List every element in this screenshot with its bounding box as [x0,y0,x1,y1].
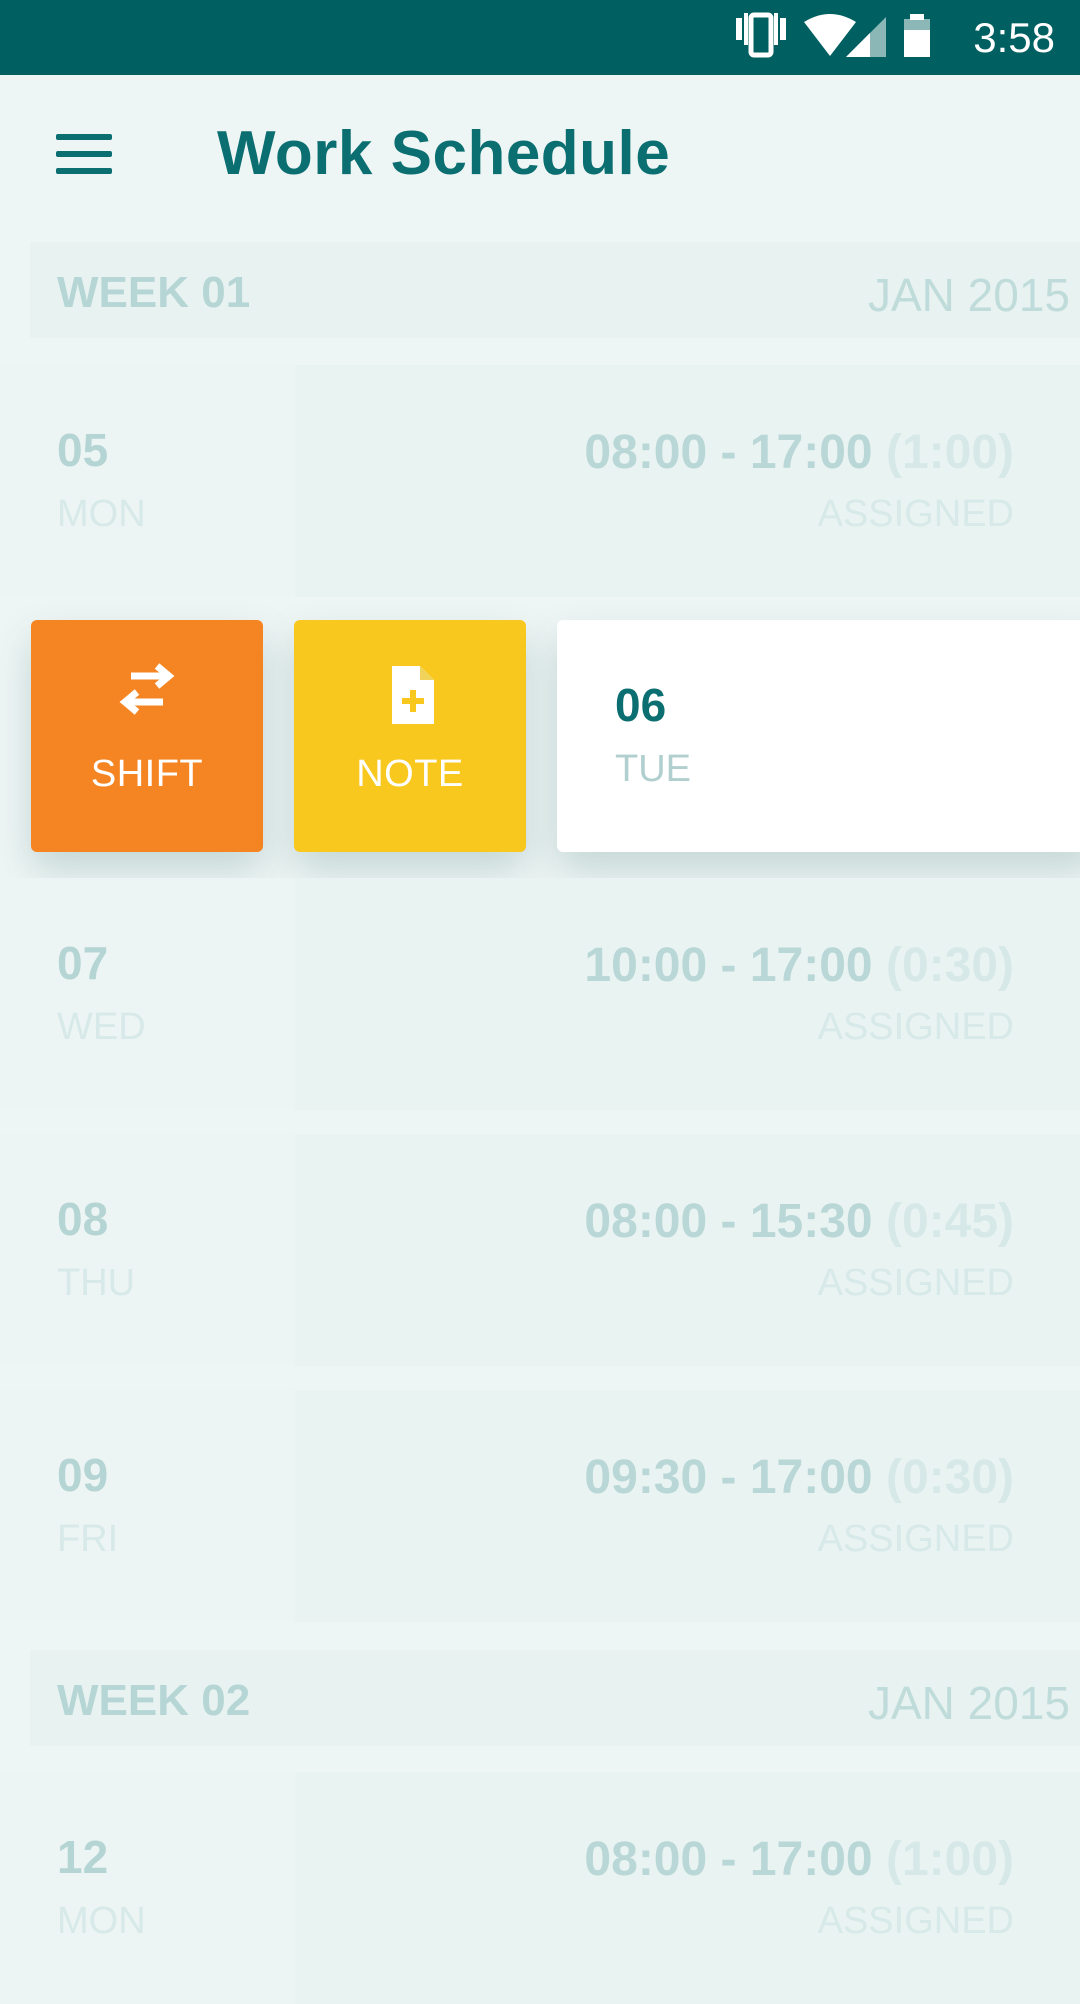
shift-status: ASSIGNED [817,1518,1014,1560]
day-name: THU [57,1262,136,1304]
week-label: WEEK 02 [57,1676,251,1725]
break-duration: (0:30) [885,939,1014,992]
day-number: 12 [57,1831,109,1883]
week-label: WEEK 01 [57,268,251,317]
day-name: MON [57,493,146,535]
day-name: MON [57,1900,146,1942]
day-row-07[interactable]: 07 WED 10:00 - 17:00 (0:30) ASSIGNED [0,878,1080,1110]
day-row-08[interactable]: 08 THU 08:00 - 15:30 (0:45) ASSIGNED [0,1134,1080,1366]
battery-icon [904,14,930,57]
week-header-02: WEEK 02 JAN 2015 [30,1650,1080,1746]
shift-status: ASSIGNED [817,1262,1014,1304]
shift-time: 10:00 - 17:00 (0:30) [584,939,1014,992]
day-row-09[interactable]: 09 FRI 09:30 - 17:00 (0:30) ASSIGNED [0,1390,1080,1622]
week-header-01: WEEK 01 JAN 2015 [30,242,1080,338]
day-number: 07 [57,937,109,989]
menu-icon[interactable] [56,134,112,174]
shift-button-label: SHIFT [90,753,204,795]
shift-time: 08:00 - 17:00 (1:00) [584,1833,1014,1886]
note-button[interactable]: NOTE [294,620,526,852]
day-name: WED [57,1006,146,1048]
shift-status: ASSIGNED [817,1006,1014,1048]
day-number: 06 [615,679,667,731]
day-card-06[interactable]: 06 TUE [557,620,1080,852]
status-bar: 3:58 [0,0,1080,75]
swap-arrows-icon [119,663,175,715]
day-row-05[interactable]: 05 MON 08:00 - 17:00 (1:00) ASSIGNED [0,365,1080,597]
day-number: 09 [57,1449,109,1501]
break-duration: (1:00) [885,1833,1014,1886]
shift-status: ASSIGNED [817,1900,1014,1942]
day-number: 08 [57,1193,109,1245]
app-bar: Work Schedule [0,75,1080,235]
page-title: Work Schedule [217,119,671,188]
break-duration: (1:00) [885,426,1014,479]
shift-button[interactable]: SHIFT [31,620,263,852]
note-button-label: NOTE [356,753,464,795]
shift-time: 09:30 - 17:00 (0:30) [584,1451,1014,1504]
week-month: JAN 2015 [867,269,1070,321]
break-duration: (0:30) [885,1451,1014,1504]
day-name: FRI [57,1518,119,1560]
wifi-icon [804,14,856,56]
day-name: TUE [615,748,691,790]
day-row-12[interactable]: 12 MON 08:00 - 17:00 (1:00) ASSIGNED [0,1772,1080,2004]
break-duration: (0:45) [885,1195,1014,1248]
week-month: JAN 2015 [867,1677,1070,1729]
shift-time: 08:00 - 17:00 (1:00) [584,426,1014,479]
shift-time: 08:00 - 15:30 (0:45) [584,1195,1014,1248]
shift-status: ASSIGNED [817,493,1014,535]
clock: 3:58 [973,14,1055,61]
day-number: 05 [57,424,109,476]
add-note-icon [392,666,434,724]
vibrate-icon [736,12,786,58]
